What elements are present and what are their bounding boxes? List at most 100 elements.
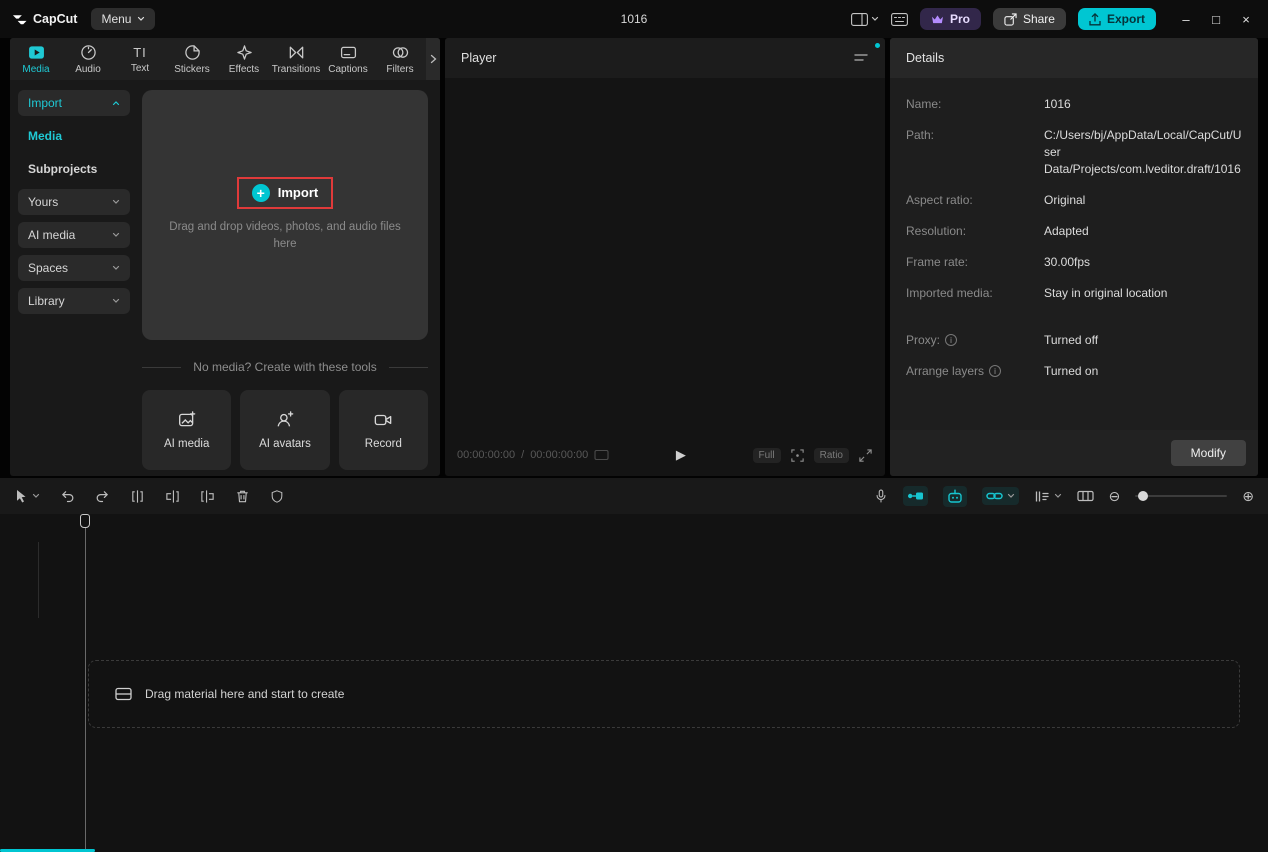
transitions-icon	[288, 44, 305, 61]
tab-media[interactable]: Media	[10, 38, 62, 80]
field-value: Turned on	[1044, 363, 1242, 380]
ai-media-card[interactable]: AI media	[142, 390, 231, 470]
modify-button[interactable]: Modify	[1171, 440, 1246, 466]
track-guide-line	[38, 542, 39, 618]
dropzone-hint: Drag and drop videos, photos, and audio …	[160, 219, 410, 254]
pro-button[interactable]: Pro	[920, 8, 981, 30]
zoom-out-button[interactable]: ⊖	[1109, 489, 1121, 503]
detail-row-path: Path: C:/Users/bj/AppData/Local/CapCut/U…	[906, 127, 1242, 178]
info-icon[interactable]	[989, 365, 1001, 377]
auto-link-button[interactable]	[982, 487, 1019, 505]
share-icon	[1004, 13, 1017, 26]
tabs-scroll-next-button[interactable]	[426, 38, 440, 80]
sidebar-item-library[interactable]: Library	[18, 288, 130, 314]
maximize-button[interactable]: □	[1202, 6, 1230, 32]
trim-end-button[interactable]	[200, 489, 215, 504]
play-button[interactable]: ▶	[676, 447, 686, 463]
chevron-down-icon	[1054, 492, 1062, 500]
tab-captions[interactable]: Captions	[322, 38, 374, 80]
chevron-down-icon	[112, 297, 120, 305]
tab-stickers[interactable]: Stickers	[166, 38, 218, 80]
trim-start-button[interactable]	[165, 489, 180, 504]
split-icon	[130, 489, 145, 504]
full-button[interactable]: Full	[753, 448, 781, 463]
redo-button[interactable]	[95, 489, 110, 503]
detail-row-resolution: Resolution: Adapted	[906, 223, 1242, 240]
clip-tools-button[interactable]	[1034, 489, 1062, 504]
tab-filters[interactable]: Filters	[374, 38, 426, 80]
playhead-handle-icon[interactable]	[80, 514, 90, 528]
field-label: Imported media:	[906, 285, 1044, 302]
sidebar-item-spaces[interactable]: Spaces	[18, 255, 130, 281]
undo-button[interactable]	[60, 489, 75, 503]
detail-row-name: Name: 1016	[906, 96, 1242, 113]
fullscreen-button[interactable]	[858, 448, 873, 463]
media-dropzone[interactable]: + Import Drag and drop videos, photos, a…	[142, 90, 428, 340]
record-icon	[374, 411, 392, 429]
cursor-icon	[14, 489, 28, 504]
voiceover-button[interactable]	[874, 488, 888, 504]
select-tool-button[interactable]	[14, 489, 40, 504]
mask-button[interactable]	[270, 489, 284, 504]
sticker-icon	[184, 44, 201, 61]
sidebar-item-yours[interactable]: Yours	[18, 189, 130, 215]
menu-label: Menu	[101, 12, 131, 26]
minimize-button[interactable]: –	[1172, 6, 1200, 32]
focus-button[interactable]	[790, 448, 805, 463]
tab-label: Audio	[75, 64, 101, 75]
share-button[interactable]: Share	[993, 8, 1066, 30]
timeline-tracks[interactable]: Drag material here and start to create	[0, 514, 1268, 852]
player-controls: 00:00:00:00 / 00:00:00:00 ▶ Full Ratio	[445, 434, 885, 476]
sidebar-item-media[interactable]: Media	[18, 123, 130, 149]
shortcuts-button[interactable]	[891, 13, 908, 26]
field-value: Turned off	[1044, 332, 1242, 349]
delete-button[interactable]	[235, 489, 250, 504]
field-label: Arrange layers	[906, 363, 984, 380]
sidebar-item-import[interactable]: Import	[18, 90, 130, 116]
record-card[interactable]: Record	[339, 390, 428, 470]
import-annotation-box: + Import	[237, 177, 333, 209]
ratio-button[interactable]: Ratio	[814, 448, 849, 463]
menu-button[interactable]: Menu	[91, 8, 155, 30]
zoom-slider-handle[interactable]	[1138, 491, 1148, 501]
tab-audio[interactable]: Audio	[62, 38, 114, 80]
tab-transitions[interactable]: Transitions	[270, 38, 322, 80]
capcut-window: CapCut Menu 1016 Pro Share	[0, 0, 1268, 852]
playhead-line	[85, 528, 86, 852]
split-button[interactable]	[130, 489, 145, 504]
sidebar-item-label: Yours	[28, 195, 58, 209]
close-button[interactable]: ×	[1232, 6, 1260, 32]
clip-icon	[1034, 489, 1050, 504]
field-label: Frame rate:	[906, 254, 1044, 271]
import-button[interactable]: + Import	[252, 184, 318, 202]
tab-effects[interactable]: Effects	[218, 38, 270, 80]
layout-mode-button[interactable]	[851, 13, 879, 26]
tab-text[interactable]: TI Text	[114, 38, 166, 80]
project-title: 1016	[621, 12, 648, 26]
hamburger-icon	[853, 52, 869, 64]
keyframe-link-button[interactable]	[903, 486, 928, 506]
preview-axis-button[interactable]	[1077, 489, 1094, 503]
zoom-in-button[interactable]: ⊕	[1242, 489, 1254, 503]
info-icon[interactable]	[945, 334, 957, 346]
text-icon: TI	[133, 45, 147, 60]
capcut-logo-icon	[12, 12, 27, 27]
timeline-dropzone[interactable]: Drag material here and start to create	[88, 660, 1240, 728]
plus-icon: +	[252, 184, 270, 202]
player-menu-button[interactable]	[853, 52, 869, 64]
trash-icon	[235, 489, 250, 504]
sidebar-item-ai-media[interactable]: AI media	[18, 222, 130, 248]
share-label: Share	[1023, 12, 1055, 26]
filters-icon	[392, 44, 409, 61]
field-value: Original	[1044, 192, 1242, 209]
sidebar-item-subprojects[interactable]: Subprojects	[18, 156, 130, 182]
tab-label: Stickers	[174, 64, 210, 75]
chevron-down-icon	[1007, 492, 1015, 500]
zoom-slider[interactable]	[1135, 495, 1227, 497]
layout-icon	[851, 13, 868, 26]
ai-avatars-card[interactable]: AI avatars	[240, 390, 329, 470]
chevron-down-icon	[112, 231, 120, 239]
player-canvas[interactable]	[445, 78, 885, 434]
ai-assistant-button[interactable]	[943, 486, 967, 507]
export-button[interactable]: Export	[1078, 8, 1156, 30]
